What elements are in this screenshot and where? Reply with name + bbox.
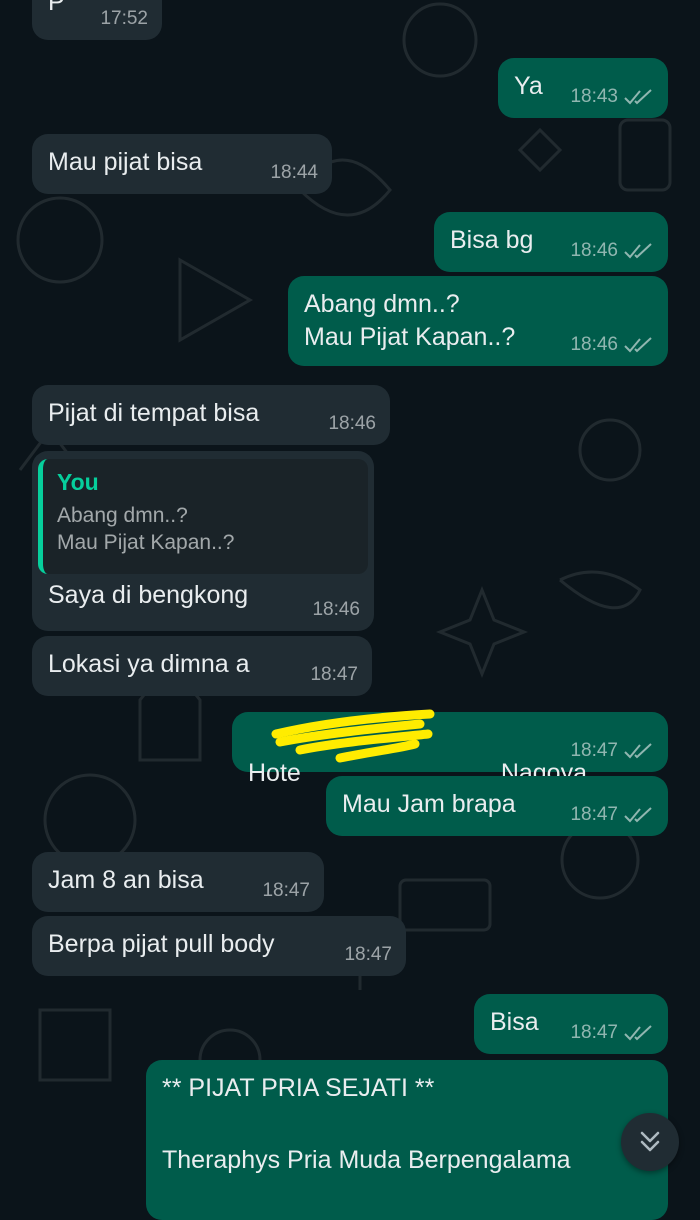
message-meta: 17:52 [100, 8, 148, 30]
message-meta: 18:43 [570, 86, 654, 108]
message-text: Lokasi ya dimna a [48, 650, 250, 678]
message-meta: 18:47 [570, 804, 654, 826]
message-incoming[interactable]: Berpa pijat pull body 18:47 [32, 916, 406, 976]
message-time: 18:44 [270, 162, 318, 183]
message-outgoing[interactable]: Bisa bg 18:46 [434, 212, 668, 272]
message-time: 18:47 [262, 880, 310, 901]
quoted-text: Abang dmn..? Mau Pijat Kapan..? [57, 504, 235, 554]
message-outgoing[interactable]: Bisa 18:47 [474, 994, 668, 1054]
message-time: 18:43 [570, 86, 618, 107]
message-incoming[interactable]: Lokasi ya dimna a 18:47 [32, 636, 372, 696]
message-incoming[interactable]: P 17:52 [32, 0, 162, 40]
message-time: 18:47 [570, 804, 618, 825]
message-incoming-reply[interactable]: You Abang dmn..? Mau Pijat Kapan..? Saya… [32, 451, 374, 631]
message-time: 18:46 [570, 334, 618, 355]
message-incoming[interactable]: Mau pijat bisa 18:44 [32, 134, 332, 194]
message-time: 18:46 [570, 240, 618, 261]
scroll-to-bottom-button[interactable] [621, 1113, 679, 1171]
quoted-message[interactable]: You Abang dmn..? Mau Pijat Kapan..? [38, 459, 368, 574]
message-meta: 18:47 [570, 740, 654, 762]
message-meta: 18:47 [570, 1022, 654, 1044]
message-time: 18:46 [312, 599, 360, 620]
message-meta: 18:47 [344, 944, 392, 966]
quoted-author: You [57, 469, 99, 495]
message-time: 17:52 [100, 8, 148, 29]
message-meta: 18:46 [312, 599, 360, 621]
message-time: 18:47 [344, 944, 392, 965]
message-text: Pijat di tempat bisa [48, 399, 260, 427]
message-meta: 18:47 [310, 664, 358, 686]
double-check-icon [624, 743, 652, 759]
double-check-icon [624, 1025, 652, 1041]
message-time: 18:46 [328, 413, 376, 434]
message-time: 18:47 [570, 1022, 618, 1043]
double-check-icon [624, 89, 652, 105]
message-meta: 18:46 [570, 334, 654, 356]
message-time: 18:47 [310, 664, 358, 685]
message-meta: 18:46 [570, 240, 654, 262]
message-text: ** PIJAT PRIA SEJATI ** Theraphys Pria M… [162, 1074, 571, 1174]
message-incoming[interactable]: Jam 8 an bisa 18:47 [32, 852, 324, 912]
message-outgoing[interactable]: Ya 18:43 [498, 58, 668, 118]
double-check-icon [624, 807, 652, 823]
message-outgoing[interactable]: Abang dmn..? Mau Pijat Kapan..? 18:46 [288, 276, 668, 366]
message-text: Saya di bengkong [48, 581, 249, 609]
message-outgoing[interactable]: Mau Jam brapa 18:47 [326, 776, 668, 836]
double-check-icon [624, 243, 652, 259]
message-meta: 18:47 [262, 880, 310, 902]
double-check-icon [624, 337, 652, 353]
double-chevron-down-icon [640, 1131, 660, 1152]
message-outgoing-promo[interactable]: ** PIJAT PRIA SEJATI ** Theraphys Pria M… [146, 1060, 668, 1220]
message-time: 18:47 [570, 740, 618, 761]
message-meta: 18:44 [270, 162, 318, 184]
redaction-scribble [271, 709, 435, 763]
message-meta: 18:46 [328, 413, 376, 435]
message-text: Berpa pijat pull body [48, 930, 275, 958]
message-incoming[interactable]: Pijat di tempat bisa 18:46 [32, 385, 390, 445]
